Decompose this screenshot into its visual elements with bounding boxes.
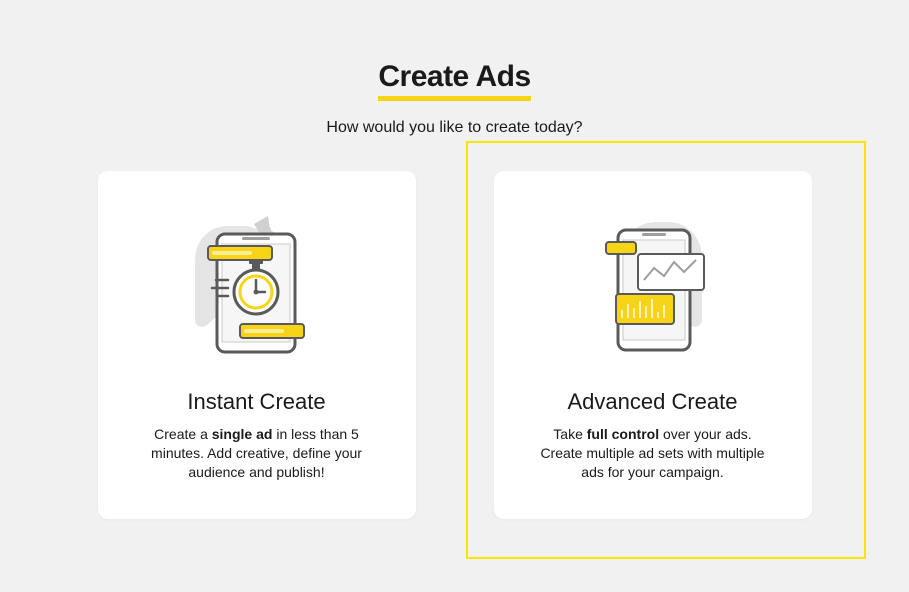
page-title: Create Ads <box>378 60 530 101</box>
create-ads-page: Create Ads How would you like to create … <box>0 0 909 519</box>
advanced-create-card[interactable]: Advanced Create Take full control over y… <box>494 171 812 519</box>
advanced-create-description: Take full control over your ads. Create … <box>538 425 768 482</box>
card-row: Instant Create Create a single ad in les… <box>0 171 909 519</box>
instant-create-description: Create a single ad in less than 5 minute… <box>142 425 372 482</box>
advanced-create-title: Advanced Create <box>568 389 738 415</box>
instant-create-illustration-icon <box>167 201 347 371</box>
advanced-create-illustration-icon <box>563 201 743 371</box>
page-subtitle: How would you like to create today? <box>0 119 909 137</box>
instant-create-title: Instant Create <box>187 389 325 415</box>
instant-create-card[interactable]: Instant Create Create a single ad in les… <box>98 171 416 519</box>
